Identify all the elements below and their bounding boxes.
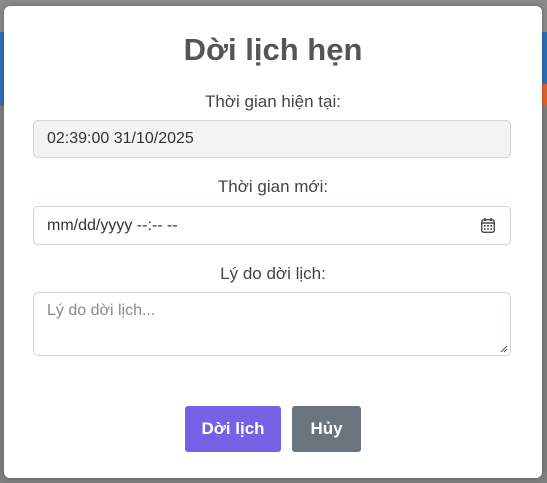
cancel-button[interactable]: Hủy — [292, 406, 361, 452]
resize-handle-icon[interactable] — [500, 345, 508, 353]
reschedule-button[interactable]: Dời lịch — [185, 406, 281, 452]
new-time-label: Thời gian mới: — [217, 177, 329, 196]
new-time-placeholder: mm/dd/yyyy --:-- -- — [47, 217, 178, 234]
new-time-input[interactable]: mm/dd/yyyy --:-- -- — [33, 206, 511, 245]
reason-textarea[interactable]: Lý do dời lịch... — [33, 292, 511, 356]
reason-label: Lý do dời lịch: — [220, 264, 326, 283]
calendar-icon[interactable] — [481, 218, 495, 233]
current-time-field: 02:39:00 31/10/2025 — [33, 120, 511, 158]
current-time-label: Thời gian hiện tại: — [205, 92, 341, 111]
reschedule-modal: Dời lịch hẹn Thời gian hiện tại: 02:39:0… — [4, 6, 542, 478]
modal-title: Dời lịch hẹn — [183, 32, 363, 67]
reason-placeholder: Lý do dời lịch... — [47, 302, 156, 319]
